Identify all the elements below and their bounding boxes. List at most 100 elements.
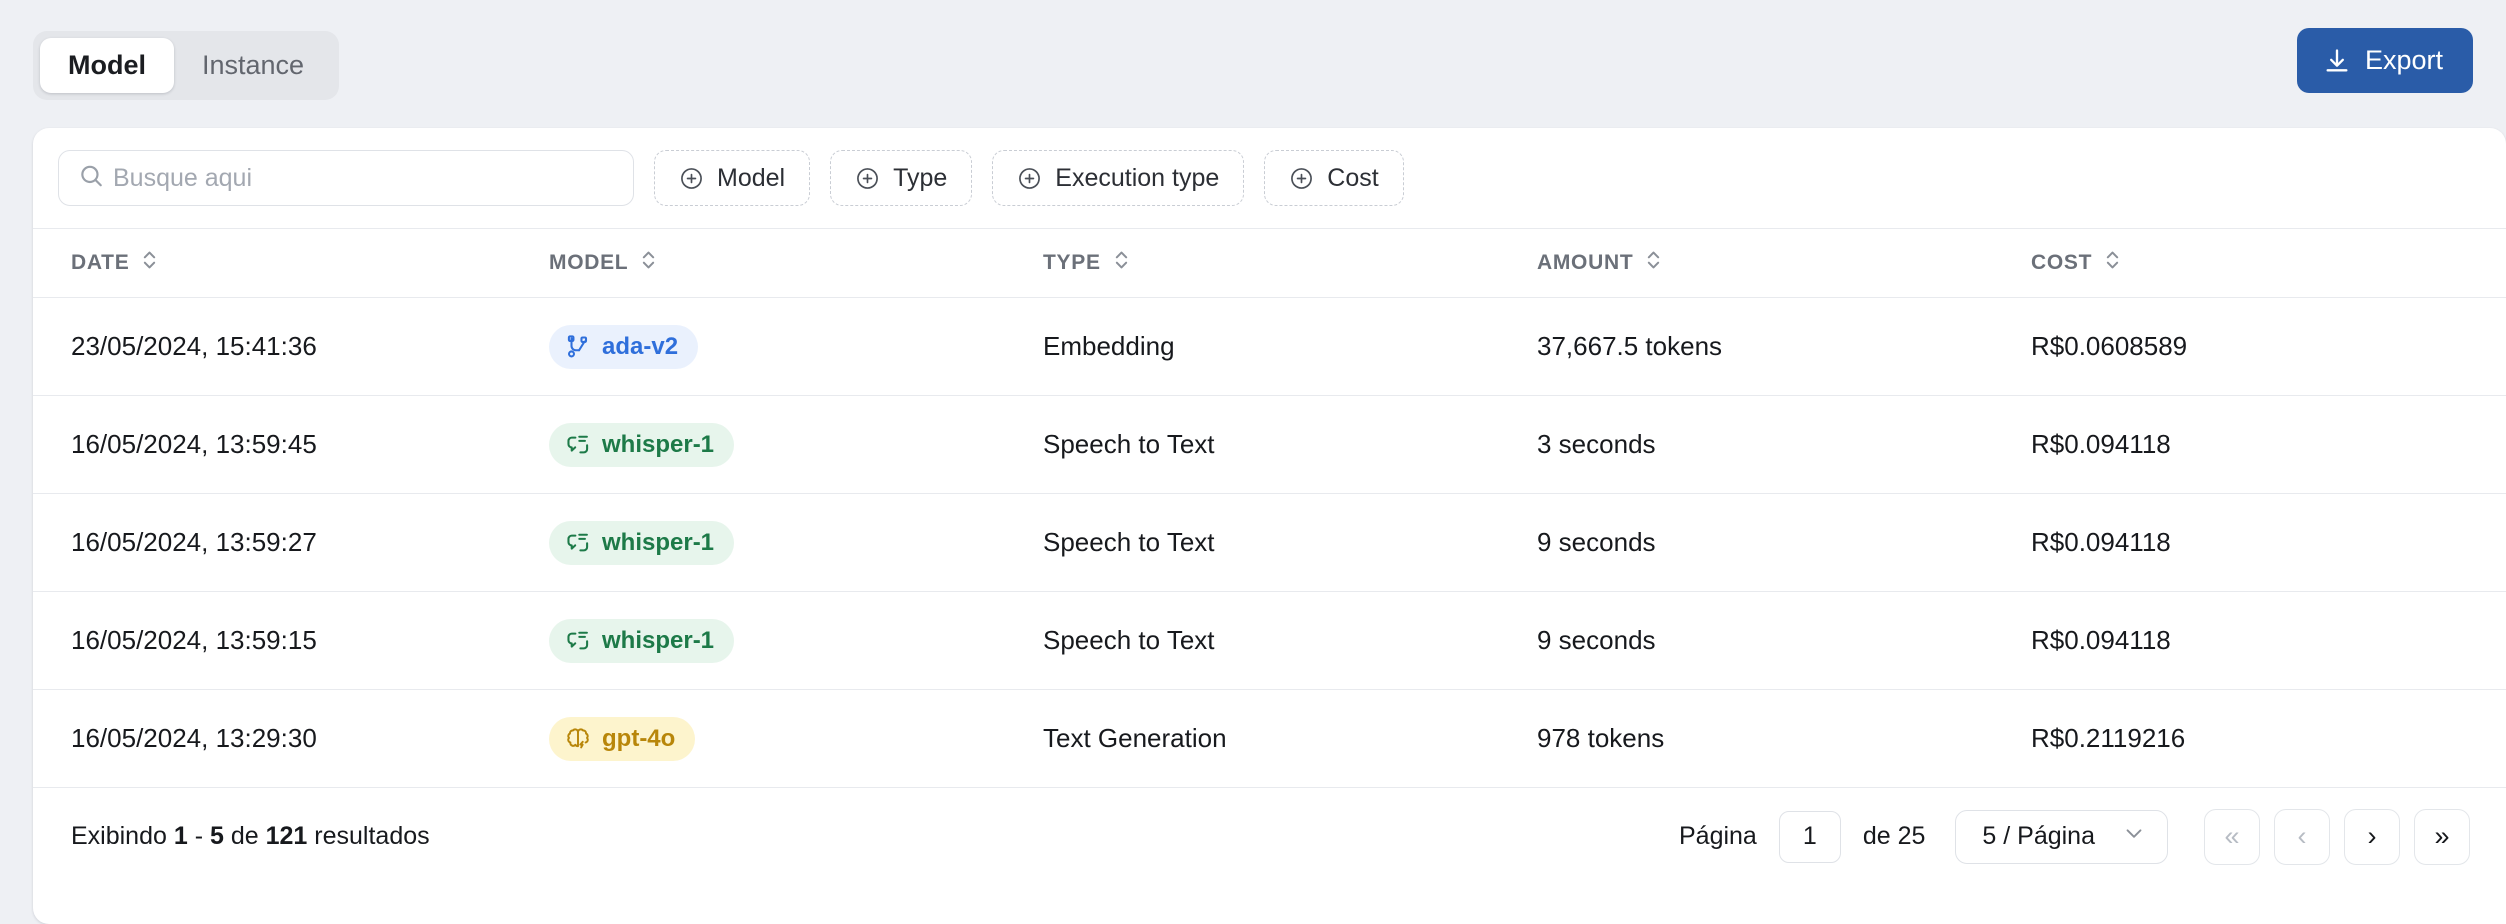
column-header-model[interactable]: MODEL <box>527 228 1021 298</box>
cell-cost: R$0.094118 <box>2009 395 2506 494</box>
page-number-input[interactable] <box>1778 810 1841 863</box>
transcript-icon <box>565 530 591 556</box>
per-page-select[interactable]: 5 / Página <box>1955 809 2168 864</box>
search-icon <box>78 163 104 194</box>
cell-cost: R$0.0608589 <box>2009 297 2506 396</box>
date-text: 16/05/2024, 13:59:15 <box>71 625 317 655</box>
type-text: Text Generation <box>1043 723 1227 753</box>
cell-model: ada-v2 <box>527 297 1021 396</box>
tab-instance[interactable]: Instance <box>174 38 332 93</box>
cell-cost: R$0.094118 <box>2009 493 2506 592</box>
cell-type: Speech to Text <box>1021 493 1515 592</box>
search-input[interactable] <box>59 151 633 205</box>
cell-date: 16/05/2024, 13:29:30 <box>33 689 527 788</box>
page-root: Model Instance Export Busque aqui Model … <box>0 0 2506 924</box>
table-row[interactable]: 16/05/2024, 13:59:15 whisper-1 Speech to T… <box>33 591 2506 690</box>
prev-page-button[interactable]: ‹ <box>2274 808 2330 865</box>
table-row[interactable]: 16/05/2024, 13:59:27 whisper-1 Speech to T… <box>33 493 2506 592</box>
model-badge: whisper-1 <box>549 520 735 565</box>
model-badge: whisper-1 <box>549 618 735 663</box>
table-head: DATE MODEL TYPE AMOUNT COST <box>33 228 2506 298</box>
table-row[interactable]: 16/05/2024, 13:59:45 whisper-1 Speech to T… <box>33 395 2506 494</box>
cell-cost: R$0.094118 <box>2009 591 2506 690</box>
column-header-date[interactable]: DATE <box>33 228 527 298</box>
transcript-icon <box>565 432 591 458</box>
brain-icon <box>565 726 591 752</box>
summary-from: 1 <box>173 822 188 850</box>
table-footer: Exibindo 1 - 5 de 121 resultados Página … <box>33 788 2506 885</box>
cell-type: Embedding <box>1021 297 1515 396</box>
amount-text: 978 tokens <box>1537 723 1665 753</box>
summary-of: de <box>230 822 259 850</box>
date-text: 16/05/2024, 13:59:27 <box>71 527 317 557</box>
cell-date: 23/05/2024, 15:41:36 <box>33 297 527 396</box>
column-header-type[interactable]: TYPE <box>1021 228 1515 298</box>
filter-chip-type[interactable]: Type <box>830 150 973 206</box>
view-mode-tabs: Model Instance <box>33 31 340 100</box>
model-badge-label: gpt-4o <box>602 724 676 752</box>
table-header-row: DATE MODEL TYPE AMOUNT COST <box>33 228 2506 298</box>
plus-circle-icon <box>679 166 704 191</box>
model-badge: whisper-1 <box>549 422 735 467</box>
next-page-button[interactable]: › <box>2344 808 2400 865</box>
type-text: Speech to Text <box>1043 527 1215 557</box>
filter-chip-cost[interactable]: Cost <box>1264 150 1404 206</box>
date-text: 23/05/2024, 15:41:36 <box>71 331 317 361</box>
cost-text: R$0.2119216 <box>2031 723 2186 753</box>
top-bar: Model Instance Export <box>0 0 2506 108</box>
model-badge-label: whisper-1 <box>602 626 715 654</box>
first-page-button[interactable]: « <box>2204 808 2260 865</box>
amount-text: 9 seconds <box>1537 527 1656 557</box>
filter-chip-label: Execution type <box>1055 163 1220 192</box>
usage-table: DATE MODEL TYPE AMOUNT COST 23/05/2024, … <box>33 228 2506 788</box>
per-page-label: 5 / Página <box>1982 822 2095 850</box>
model-badge-label: whisper-1 <box>602 528 715 556</box>
sort-icon <box>1113 248 1130 278</box>
cell-amount: 9 seconds <box>1515 493 2009 592</box>
search-box[interactable] <box>58 150 634 206</box>
sort-icon <box>640 248 657 278</box>
cell-model: whisper-1 <box>527 395 1021 494</box>
column-header-cost[interactable]: COST <box>2009 228 2506 298</box>
cell-date: 16/05/2024, 13:59:27 <box>33 493 527 592</box>
model-badge: gpt-4o <box>549 716 696 761</box>
cell-date: 16/05/2024, 13:59:15 <box>33 591 527 690</box>
plus-circle-icon <box>855 166 880 191</box>
page-total-label: de 25 <box>1862 822 1926 850</box>
plus-circle-icon <box>1017 166 1042 191</box>
last-page-button[interactable]: » <box>2414 808 2470 865</box>
type-text: Speech to Text <box>1043 625 1215 655</box>
model-badge-label: whisper-1 <box>602 430 715 458</box>
amount-text: 3 seconds <box>1537 429 1656 459</box>
column-header-amount[interactable]: AMOUNT <box>1515 228 2009 298</box>
cell-amount: 978 tokens <box>1515 689 2009 788</box>
amount-text: 9 seconds <box>1537 625 1656 655</box>
filter-chip-execution-type[interactable]: Execution type <box>992 150 1245 206</box>
table-row[interactable]: 23/05/2024, 15:41:36 ada-v2 Embedding 37,66… <box>33 297 2506 396</box>
model-badge-label: ada-v2 <box>602 332 679 360</box>
export-button[interactable]: Export <box>2296 28 2473 93</box>
cost-text: R$0.094118 <box>2031 527 2171 557</box>
cost-text: R$0.094118 <box>2031 429 2171 459</box>
summary-dash: - <box>194 822 204 850</box>
chevron-down-icon <box>2121 820 2147 853</box>
summary-total: 121 <box>265 822 308 850</box>
column-label: TYPE <box>1043 251 1101 274</box>
cell-cost: R$0.2119216 <box>2009 689 2506 788</box>
column-label: AMOUNT <box>1537 251 1634 274</box>
table-row[interactable]: 16/05/2024, 13:29:30 gpt-4o Text Generatio… <box>33 689 2506 788</box>
sort-icon <box>141 248 158 278</box>
tab-model[interactable]: Model <box>40 38 174 93</box>
model-badge: ada-v2 <box>549 324 699 369</box>
filter-chip-model[interactable]: Model <box>654 150 811 206</box>
date-text: 16/05/2024, 13:59:45 <box>71 429 317 459</box>
type-text: Speech to Text <box>1043 429 1215 459</box>
pagination-controls: Página de 25 5 / Página « ‹ › » <box>1679 808 2470 865</box>
type-text: Embedding <box>1043 331 1175 361</box>
date-text: 16/05/2024, 13:29:30 <box>71 723 317 753</box>
amount-text: 37,667.5 tokens <box>1537 331 1723 361</box>
sort-icon <box>2104 248 2121 278</box>
filter-chip-label: Type <box>893 163 948 192</box>
usage-card: Model Type Execution t <box>33 128 2506 924</box>
cell-type: Speech to Text <box>1021 395 1515 494</box>
